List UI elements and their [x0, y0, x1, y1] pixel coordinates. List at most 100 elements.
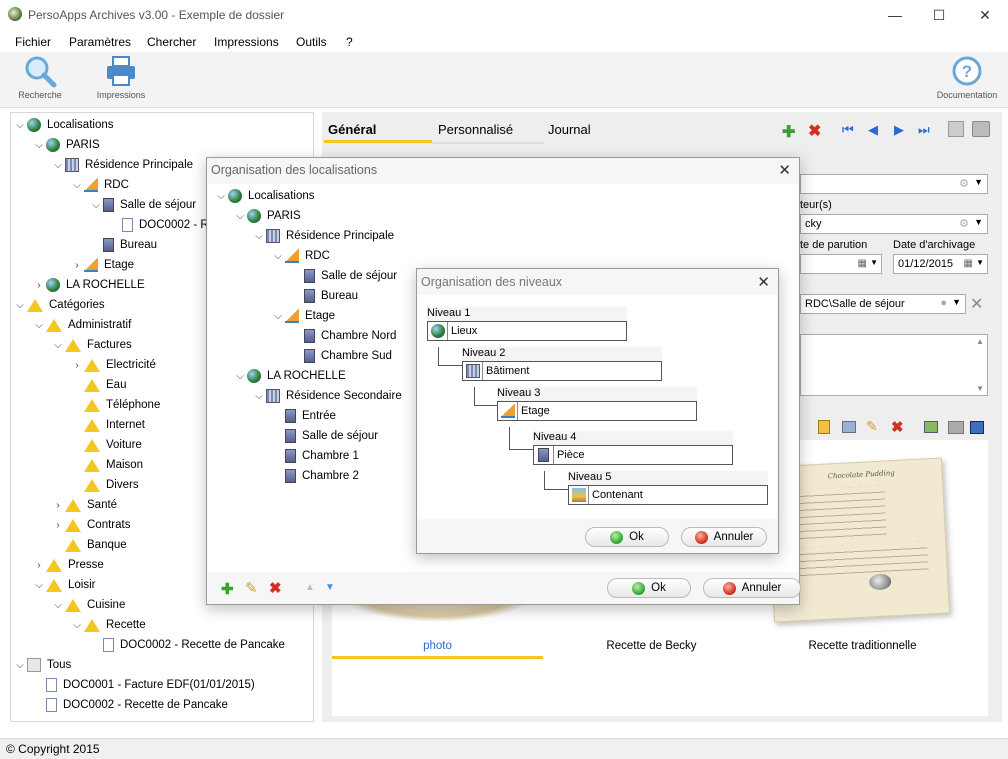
tree-item[interactable]: ⌵ Résidence Secondaire: [252, 386, 402, 406]
title-field[interactable]: ⚙ ▼: [800, 174, 988, 194]
levels-cancel-button[interactable]: Annuler: [681, 527, 767, 547]
tree-item[interactable]: DOC0002 - Recette de Pancake: [89, 635, 285, 655]
chevron-down-icon[interactable]: ⌵: [51, 600, 65, 611]
tree-item[interactable]: Chambre Sud: [290, 346, 392, 366]
tree-item[interactable]: Entrée: [271, 406, 336, 426]
chevron-down-icon[interactable]: ⌵: [271, 251, 285, 262]
chevron-right-icon[interactable]: ›: [32, 560, 46, 571]
close-icon[interactable]: ✕: [778, 161, 791, 179]
menu-chercher[interactable]: Chercher: [147, 35, 196, 49]
chevron-down-icon[interactable]: ⌵: [32, 320, 46, 331]
tree-item[interactable]: ⌵ Cuisine: [51, 595, 125, 615]
locations-ok-button[interactable]: Ok: [607, 578, 691, 598]
level-1-field[interactable]: Lieux: [427, 321, 627, 341]
tree-item[interactable]: › Presse: [32, 555, 104, 575]
tree-item[interactable]: › Electricité: [70, 355, 156, 375]
locations-cancel-button[interactable]: Annuler: [703, 578, 801, 598]
caption-recette-becky[interactable]: Recette de Becky: [546, 640, 757, 652]
menu-parametres[interactable]: Paramètres: [69, 35, 131, 49]
chevron-down-icon[interactable]: ⌵: [13, 660, 27, 671]
chevron-down-icon[interactable]: ⌵: [70, 180, 84, 191]
tree-item[interactable]: Bureau: [89, 235, 157, 255]
tree-item[interactable]: Eau: [70, 375, 126, 395]
add-location-icon[interactable]: ✚: [221, 580, 234, 598]
save-icon[interactable]: [948, 121, 964, 137]
clear-location-icon[interactable]: ✕: [970, 294, 983, 314]
tree-item[interactable]: ⌵ Salle de séjour: [89, 195, 196, 215]
tree-item[interactable]: ⌵ PARIS: [32, 135, 100, 155]
first-record-icon[interactable]: ⏮: [842, 122, 854, 138]
scan-icon[interactable]: [842, 421, 856, 433]
tab-journal[interactable]: Journal: [548, 122, 591, 137]
author-field[interactable]: cky ⚙ ▼: [800, 214, 988, 234]
save-picture-icon[interactable]: [970, 421, 984, 434]
caption-photo[interactable]: photo: [332, 640, 543, 652]
chevron-down-icon[interactable]: ⌵: [252, 231, 266, 242]
chevron-down-icon[interactable]: ⌵: [70, 620, 84, 631]
archive-date-field[interactable]: 01/12/2015 ▦ ▼: [893, 254, 988, 274]
chevron-down-icon[interactable]: ▼: [952, 297, 961, 307]
folder-icon[interactable]: [818, 420, 830, 434]
tree-item[interactable]: ⌵ Etage: [271, 306, 335, 326]
delete-icon[interactable]: ✖: [808, 121, 821, 141]
next-record-icon[interactable]: ▶: [894, 122, 904, 138]
tree-item[interactable]: Chambre Nord: [290, 326, 396, 346]
tree-item[interactable]: Salle de séjour: [290, 266, 397, 286]
minimize-button[interactable]: —: [872, 4, 918, 26]
chevron-down-icon[interactable]: ⌵: [32, 140, 46, 151]
tree-item[interactable]: DOC0002 - R: [108, 215, 209, 235]
menu-outils[interactable]: Outils: [296, 35, 327, 49]
levels-ok-button[interactable]: Ok: [585, 527, 669, 547]
chevron-right-icon[interactable]: ›: [32, 280, 46, 291]
tree-item[interactable]: ⌵ Résidence Principale: [51, 155, 193, 175]
tree-item[interactable]: Chambre 2: [271, 466, 359, 486]
tree-item[interactable]: DOC0001 - Facture EDF(01/01/2015): [32, 675, 255, 695]
edit-location-icon[interactable]: ✎: [245, 579, 258, 597]
tree-item[interactable]: ⌵ Localisations: [13, 115, 113, 135]
chevron-down-icon[interactable]: ⌵: [13, 120, 27, 131]
calendar-icon[interactable]: ▦: [858, 258, 867, 269]
move-up-icon[interactable]: ▲: [305, 582, 315, 593]
delete-picture-icon[interactable]: ✖: [891, 418, 904, 436]
search-tool-button[interactable]: Recherche: [14, 54, 66, 100]
tree-item[interactable]: ⌵ Localisations: [214, 186, 314, 206]
chevron-down-icon[interactable]: ⌵: [271, 311, 285, 322]
print-picture-icon[interactable]: [948, 421, 964, 434]
edit-icon[interactable]: ✎: [866, 418, 878, 435]
level-2-field[interactable]: Bâtiment: [462, 361, 662, 381]
menu-impressions[interactable]: Impressions: [214, 35, 279, 49]
tree-item[interactable]: Divers: [70, 475, 139, 495]
tree-item[interactable]: ⌵ Loisir: [32, 575, 95, 595]
tree-item[interactable]: ⌵ RDC: [271, 246, 330, 266]
tree-item[interactable]: ⌵ Recette: [70, 615, 146, 635]
chevron-down-icon[interactable]: ⌵: [252, 391, 266, 402]
chevron-right-icon[interactable]: ›: [51, 500, 65, 511]
tree-item[interactable]: ⌵ Résidence Principale: [252, 226, 394, 246]
menu-fichier[interactable]: Fichier: [15, 35, 51, 49]
maximize-button[interactable]: ☐: [916, 4, 962, 26]
tree-item[interactable]: Téléphone: [70, 395, 160, 415]
last-record-icon[interactable]: ⏭: [918, 122, 930, 138]
tree-item[interactable]: ⌵ PARIS: [233, 206, 301, 226]
chevron-down-icon[interactable]: ⌵: [214, 191, 228, 202]
chevron-down-icon[interactable]: ⌵: [89, 200, 103, 211]
comment-field[interactable]: ▲ ▼: [800, 334, 988, 396]
chevron-down-icon[interactable]: ▼: [870, 258, 878, 267]
tree-item[interactable]: › Contrats: [51, 515, 130, 535]
tree-item[interactable]: › Etage: [70, 255, 134, 275]
tab-general[interactable]: Général: [328, 122, 376, 137]
delete-location-icon[interactable]: ✖: [269, 579, 282, 597]
close-button[interactable]: ✕: [962, 4, 1008, 26]
tree-item[interactable]: Chambre 1: [271, 446, 359, 466]
tree-item[interactable]: ⌵ Catégories: [13, 295, 105, 315]
caption-recette-traditionnelle[interactable]: Recette traditionnelle: [757, 640, 968, 652]
scroll-up-icon[interactable]: ▲: [976, 337, 984, 346]
image-icon[interactable]: [924, 421, 938, 433]
tree-item[interactable]: DOC0002 - Recette de Pancake: [32, 695, 228, 715]
chevron-right-icon[interactable]: ›: [70, 360, 84, 371]
tree-item[interactable]: ⌵ RDC: [70, 175, 129, 195]
calendar-icon[interactable]: ▦: [964, 258, 973, 269]
documentation-tool-button[interactable]: ? Documentation: [934, 54, 1000, 100]
tree-item[interactable]: › LA ROCHELLE: [32, 275, 145, 295]
chevron-down-icon[interactable]: ⌵: [233, 371, 247, 382]
